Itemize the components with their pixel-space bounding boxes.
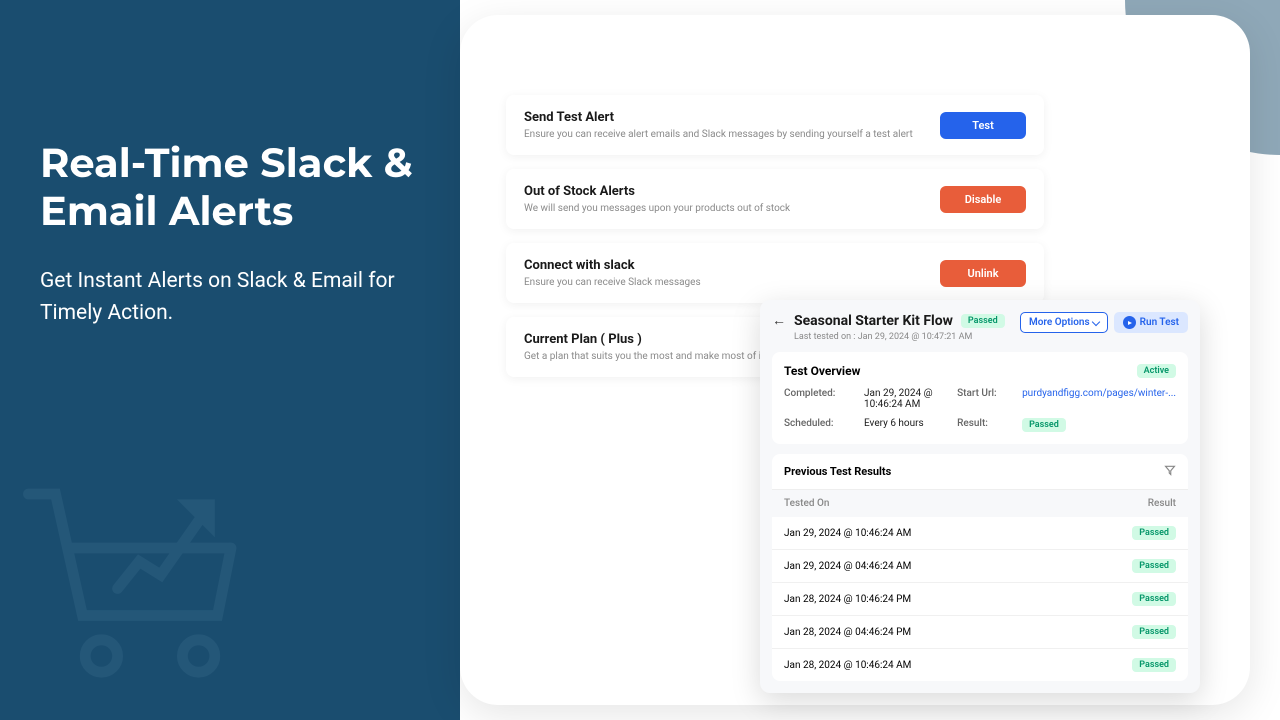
col-result: Result — [1148, 498, 1176, 509]
result-badge: Passed — [1132, 625, 1176, 639]
result-badge: Passed — [1132, 559, 1176, 573]
last-tested-text: Last tested on : Jan 29, 2024 @ 10:47:21… — [794, 332, 1188, 342]
chevron-down-icon — [1091, 317, 1099, 325]
alert-card-slack: Connect with slack Ensure you can receiv… — [506, 243, 1044, 303]
hero-title: Real-Time Slack & Email Alerts — [40, 140, 420, 236]
result-badge: Passed — [1132, 526, 1176, 540]
table-row[interactable]: Jan 29, 2024 @ 10:46:24 AM Passed — [772, 517, 1188, 550]
col-tested-on: Tested On — [784, 498, 829, 509]
table-row[interactable]: Jan 28, 2024 @ 04:46:24 PM Passed — [772, 616, 1188, 649]
card-title: Send Test Alert — [524, 110, 940, 125]
scheduled-label: Scheduled: — [784, 418, 854, 432]
tested-on-value: Jan 28, 2024 @ 04:46:24 PM — [784, 627, 911, 638]
filter-icon[interactable] — [1164, 464, 1176, 479]
table-row[interactable]: Jan 28, 2024 @ 10:46:24 PM Passed — [772, 583, 1188, 616]
tested-on-value: Jan 28, 2024 @ 10:46:24 PM — [784, 594, 911, 605]
unlink-button[interactable]: Unlink — [940, 260, 1026, 287]
cart-chart-icon — [15, 440, 285, 710]
more-options-label: More Options — [1029, 317, 1090, 328]
flow-detail-panel: ← Seasonal Starter Kit Flow Passed Last … — [760, 300, 1200, 693]
table-header: Tested On Result — [772, 490, 1188, 517]
result-badge: Passed — [1132, 592, 1176, 606]
start-url-link[interactable]: purdyandfigg.com/pages/winter-... — [1022, 388, 1176, 410]
result-badge: Passed — [1022, 418, 1066, 432]
alert-card-test: Send Test Alert Ensure you can receive a… — [506, 95, 1044, 155]
result-label: Result: — [957, 418, 1012, 432]
run-test-button[interactable]: Run Test — [1114, 312, 1188, 333]
run-test-label: Run Test — [1140, 317, 1179, 328]
tested-on-value: Jan 29, 2024 @ 04:46:24 AM — [784, 561, 911, 572]
test-button[interactable]: Test — [940, 112, 1026, 139]
disable-button[interactable]: Disable — [940, 186, 1026, 213]
more-options-button[interactable]: More Options — [1020, 312, 1108, 333]
card-desc: Ensure you can receive Slack messages — [524, 277, 940, 288]
table-row[interactable]: Jan 28, 2024 @ 10:46:24 AM Passed — [772, 649, 1188, 681]
tested-on-value: Jan 29, 2024 @ 10:46:24 AM — [784, 528, 911, 539]
previous-results-section: Previous Test Results Tested On Result J… — [772, 454, 1188, 681]
card-title: Out of Stock Alerts — [524, 184, 940, 199]
hero-panel: Real-Time Slack & Email Alerts Get Insta… — [0, 0, 460, 720]
result-badge: Passed — [1132, 658, 1176, 672]
table-row[interactable]: Jan 29, 2024 @ 04:46:24 AM Passed — [772, 550, 1188, 583]
start-url-label: Start Url: — [957, 388, 1012, 410]
play-icon — [1123, 316, 1136, 329]
flow-title: Seasonal Starter Kit Flow — [794, 313, 953, 329]
back-arrow-icon[interactable]: ← — [772, 312, 786, 329]
card-desc: Ensure you can receive alert emails and … — [524, 129, 940, 140]
active-badge: Active — [1137, 364, 1176, 378]
results-title: Previous Test Results — [784, 465, 891, 478]
card-title: Connect with slack — [524, 258, 940, 273]
status-badge: Passed — [961, 314, 1005, 328]
hero-subtitle: Get Instant Alerts on Slack & Email for … — [40, 266, 420, 329]
card-desc: We will send you messages upon your prod… — [524, 203, 940, 214]
overview-title: Test Overview — [784, 364, 860, 378]
completed-label: Completed: — [784, 388, 854, 410]
test-overview-card: Test Overview Active Completed: Jan 29, … — [772, 352, 1188, 444]
alert-card-stock: Out of Stock Alerts We will send you mes… — [506, 169, 1044, 229]
tested-on-value: Jan 28, 2024 @ 10:46:24 AM — [784, 660, 911, 671]
scheduled-value: Every 6 hours — [864, 418, 947, 432]
completed-value: Jan 29, 2024 @ 10:46:24 AM — [864, 388, 947, 410]
